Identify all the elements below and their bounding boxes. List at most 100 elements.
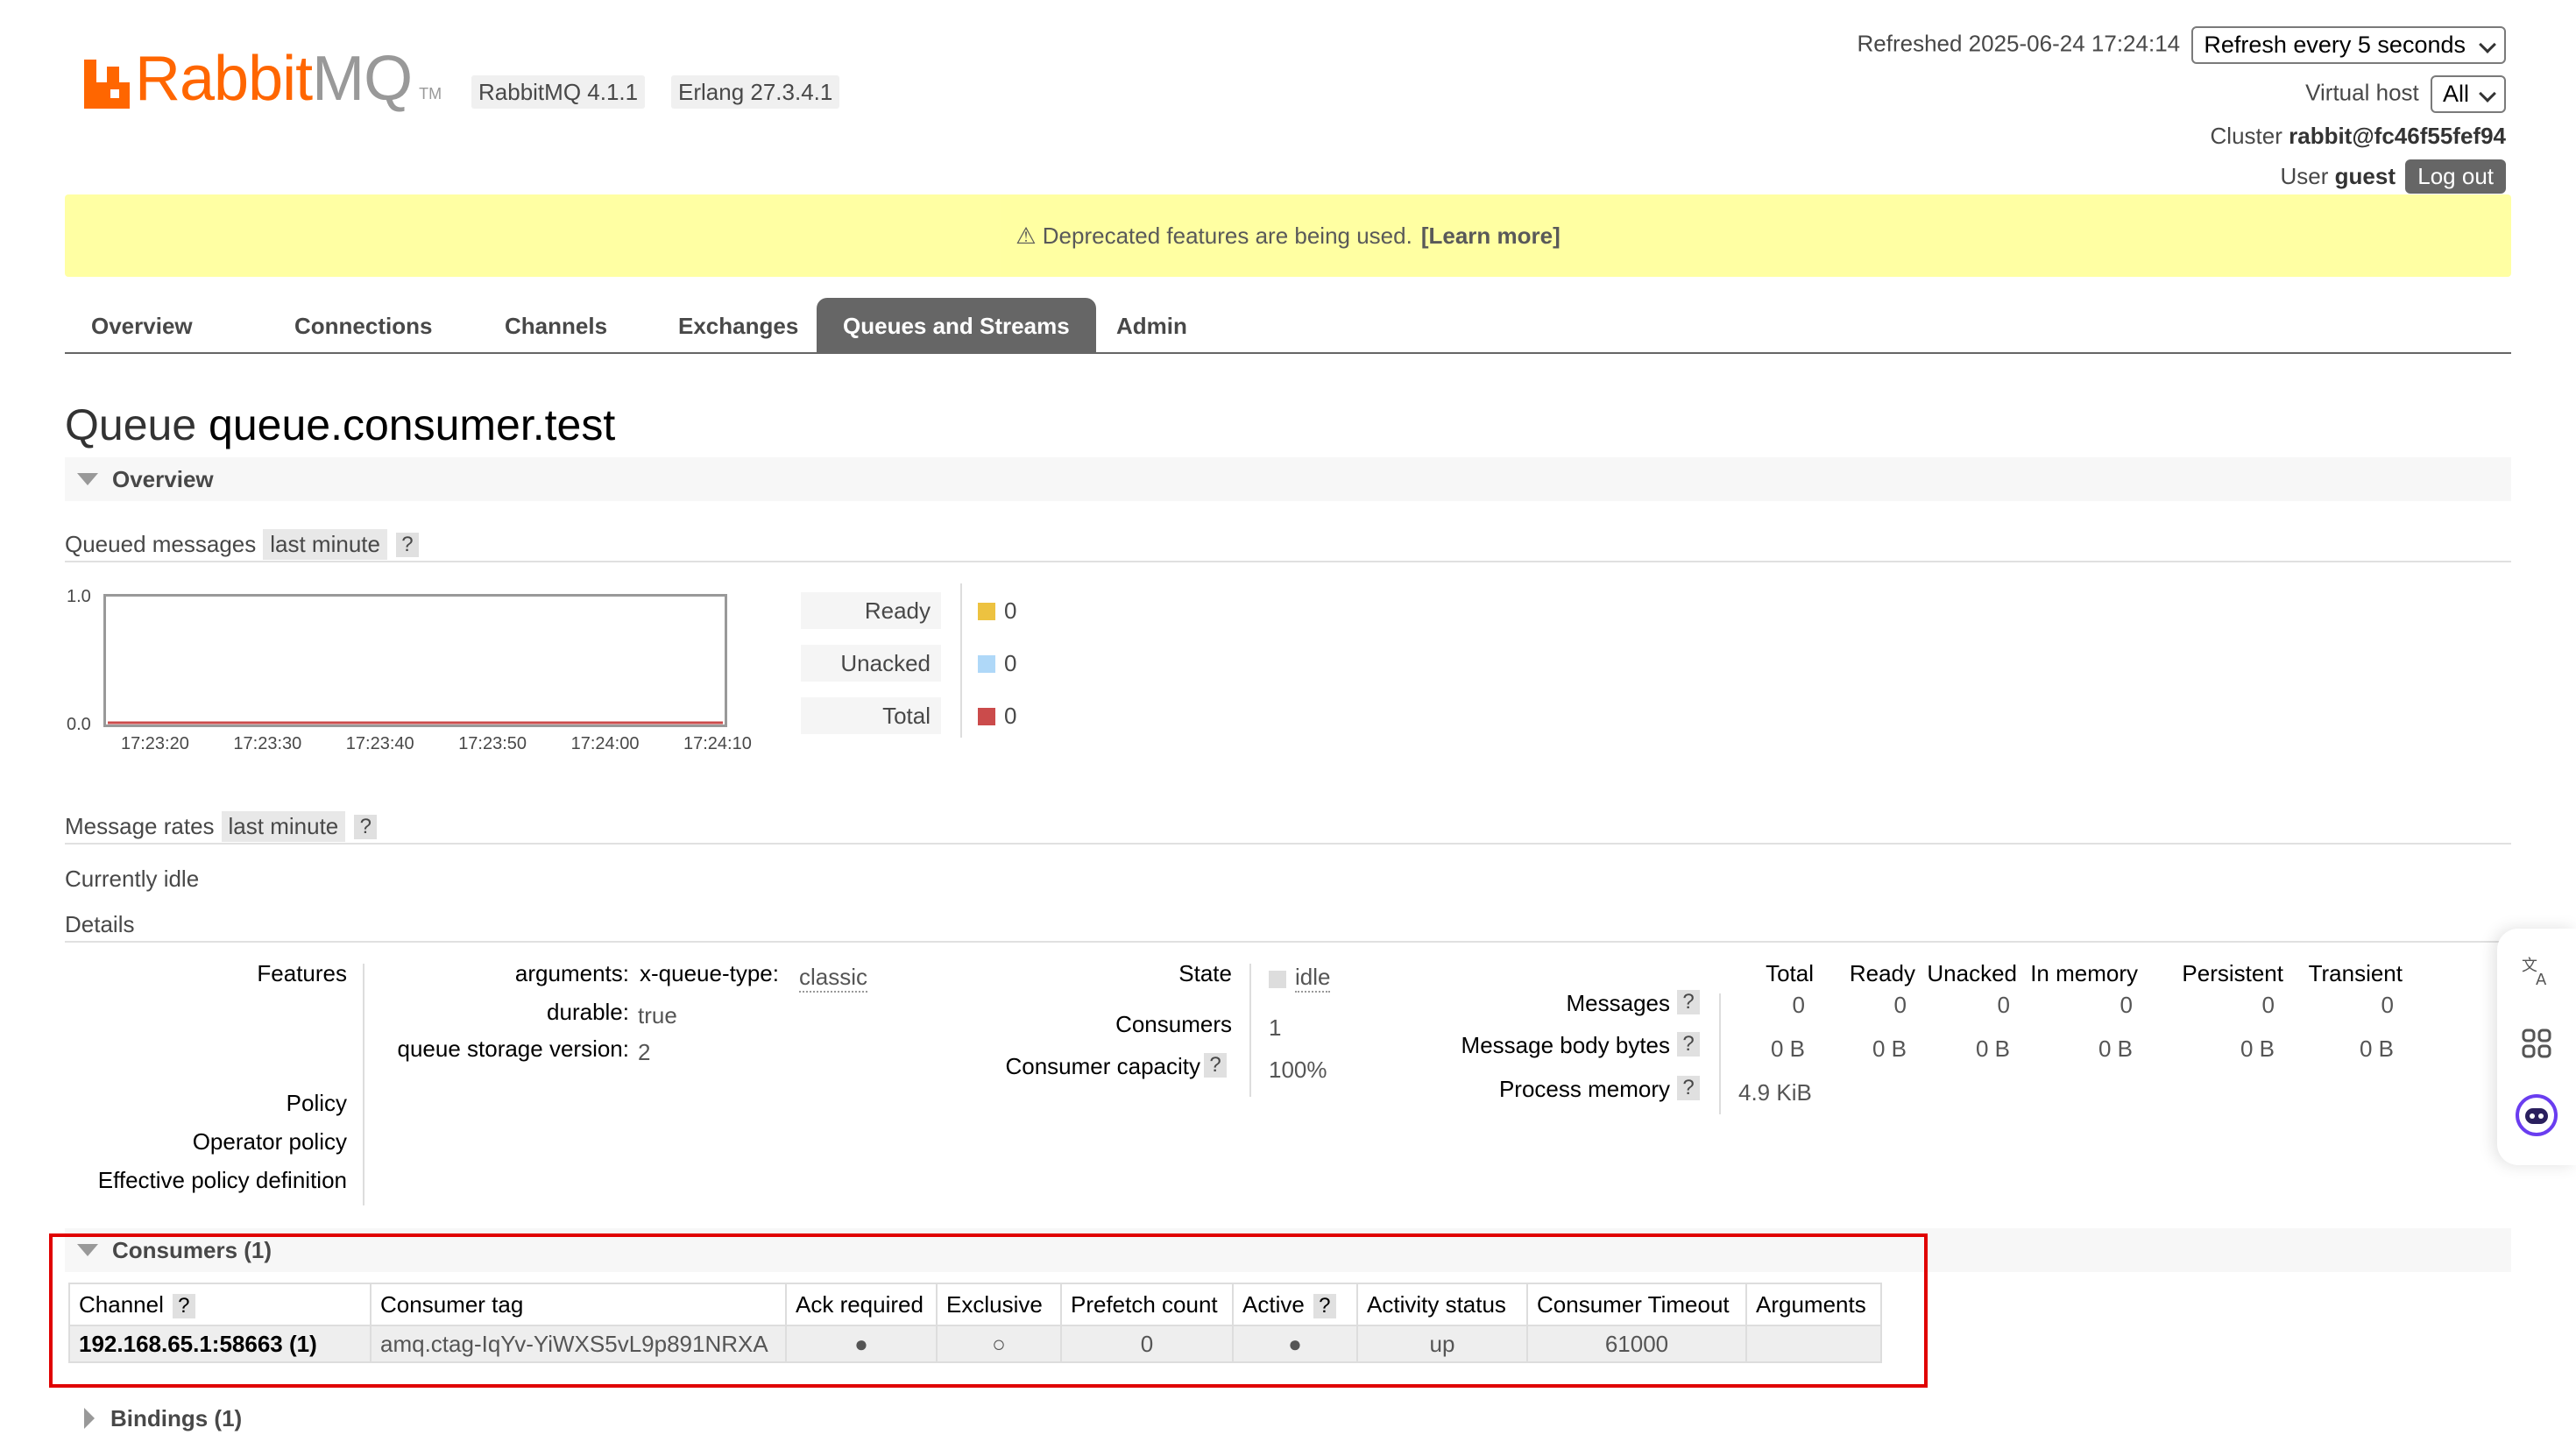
vhost-select[interactable]: All <box>2430 75 2506 113</box>
legend-value-unacked: 0 <box>1004 650 1017 676</box>
state-indicator-icon <box>1269 971 1286 988</box>
process-memory-value: 4.9 KiB <box>1738 1079 1812 1106</box>
queued-messages-chart-plot <box>108 721 723 724</box>
legend-value-ready: 0 <box>1004 597 1017 624</box>
deprecation-banner: ⚠ Deprecated features are being used. [L… <box>65 194 2511 277</box>
divider <box>65 941 2511 943</box>
chart-y-tick-min: 0.0 <box>67 715 91 734</box>
assistant-bot-icon[interactable] <box>2515 1093 2558 1137</box>
collapse-triangle-icon <box>77 473 98 485</box>
queued-messages-chart <box>103 594 727 727</box>
legend-divider <box>960 583 962 738</box>
message-body-bytes-label: Message body bytes <box>1461 1032 1670 1058</box>
expand-triangle-icon <box>84 1408 95 1429</box>
erlang-version-badge: Erlang 27.3.4.1 <box>671 75 840 109</box>
help-icon[interactable]: ? <box>395 532 419 557</box>
overview-section-toggle[interactable]: Overview <box>65 457 2511 501</box>
learn-more-link[interactable]: [Learn more] <box>1421 223 1560 250</box>
operator-policy-label: Operator policy <box>192 1128 347 1155</box>
message-rates-range-pill[interactable]: last minute <box>221 811 346 842</box>
page-title-prefix: Queue <box>65 400 197 449</box>
tab-overview[interactable]: Overview <box>65 298 219 354</box>
queue-name: queue.consumer.test <box>209 400 616 449</box>
chart-x-tick-label: 17:24:00 <box>570 734 640 753</box>
currently-idle-text: Currently idle <box>65 866 200 892</box>
chart-x-tick-label: 17:23:20 <box>121 734 189 753</box>
arguments-label: arguments: <box>514 960 629 986</box>
durable-value: true <box>638 1002 677 1028</box>
help-icon[interactable]: ? <box>354 814 378 839</box>
queued-messages-range-pill[interactable]: last minute <box>263 529 387 560</box>
consumer-capacity-label: Consumer capacity <box>1005 1053 1200 1079</box>
tab-admin[interactable]: Admin <box>1090 298 1214 354</box>
side-tool-panel: 文 A <box>2497 929 2576 1165</box>
logout-button[interactable]: Log out <box>2405 159 2506 194</box>
refreshed-timestamp: Refreshed 2025-06-24 17:24:14 <box>1857 30 2181 57</box>
details-divider <box>363 964 364 1205</box>
chart-x-tick-label: 17:24:10 <box>683 734 752 753</box>
details-label: Details <box>65 911 135 937</box>
tab-connections[interactable]: Connections <box>268 298 458 354</box>
legend-label-ready: Ready <box>801 592 941 629</box>
user-info: User guest Log out <box>2281 159 2506 194</box>
details-divider <box>1249 964 1251 1097</box>
x-queue-type-value: classic <box>799 964 868 993</box>
svg-text:A: A <box>2536 971 2547 988</box>
messages-value: 0 <box>2381 992 2394 1018</box>
message-rates-header: Message rates last minute ? <box>65 811 378 842</box>
legend-value-total: 0 <box>1004 703 1017 729</box>
legend-label-total: Total <box>801 697 941 734</box>
rabbitmq-logo-icon <box>84 60 130 109</box>
storage-version-value: 2 <box>638 1039 651 1065</box>
legend-swatch-unacked <box>978 655 995 673</box>
grid-apps-icon[interactable] <box>2520 1027 2553 1060</box>
rabbitmq-logo[interactable]: RabbitMQ TM <box>84 42 442 114</box>
body-bytes-value: 0 B <box>2359 1035 2394 1062</box>
chart-y-tick-max: 1.0 <box>67 587 91 606</box>
divider <box>65 561 2511 562</box>
tab-channels[interactable]: Channels <box>478 298 633 354</box>
help-icon[interactable]: ? <box>1677 1076 1700 1100</box>
consumers-value: 1 <box>1269 1014 1282 1041</box>
consumers-label: Consumers <box>1115 1011 1232 1037</box>
main-tabs: Overview Connections Channels Exchanges … <box>65 298 2511 354</box>
cluster-info: Cluster rabbit@fc46f55fef94 <box>2211 123 2506 150</box>
queued-messages-label: Queued messages <box>65 531 257 557</box>
chevron-down-icon <box>2479 36 2496 53</box>
legend-swatch-ready <box>978 603 995 620</box>
page-title: Queue queue.consumer.test <box>65 399 615 450</box>
divider <box>65 843 2511 845</box>
chart-x-tick-label: 17:23:40 <box>345 734 414 753</box>
help-icon[interactable]: ? <box>1204 1053 1227 1078</box>
refresh-interval-select[interactable]: Refresh every 5 seconds <box>2191 26 2506 64</box>
refresh-controls: Refreshed 2025-06-24 17:24:14 Refresh ev… <box>1857 26 2506 64</box>
chart-x-tick-label: 17:23:50 <box>458 734 527 753</box>
legend-swatch-total <box>978 708 995 725</box>
vhost-label: Virtual host <box>2305 79 2419 106</box>
chart-x-tick-label: 17:23:30 <box>233 734 302 753</box>
chevron-down-icon <box>2479 85 2496 102</box>
policy-label: Policy <box>286 1090 347 1116</box>
bindings-section-toggle[interactable]: Bindings (1) <box>65 1396 2511 1440</box>
message-rates-label: Message rates <box>65 813 215 839</box>
tab-queues-and-streams[interactable]: Queues and Streams <box>817 298 1096 354</box>
storage-version-label: queue storage version: <box>397 1035 629 1062</box>
features-label: Features <box>257 960 347 986</box>
user-name: guest <box>2334 163 2396 189</box>
user-label: User <box>2280 163 2329 189</box>
queued-messages-header: Queued messages last minute ? <box>65 529 419 560</box>
overview-section-label: Overview <box>112 465 214 492</box>
rabbitmq-version-badge: RabbitMQ 4.1.1 <box>471 75 646 109</box>
vhost-controls: Virtual host All <box>2305 75 2506 113</box>
translate-icon[interactable]: 文 A <box>2520 955 2553 988</box>
consumer-capacity-value: 100% <box>1269 1057 1327 1083</box>
logo-wordmark: RabbitMQ <box>135 44 413 114</box>
durable-label: durable: <box>547 999 629 1025</box>
consumers-highlight-box <box>49 1233 1928 1388</box>
cluster-name: rabbit@fc46f55fef94 <box>2289 123 2506 149</box>
logo-trademark: TM <box>419 85 442 102</box>
deprecation-text: ⚠ Deprecated features are being used. <box>1016 222 1412 249</box>
legend-label-unacked: Unacked <box>801 645 941 682</box>
stats-column-header: Transient <box>2308 960 2403 986</box>
tab-exchanges[interactable]: Exchanges <box>652 298 824 354</box>
